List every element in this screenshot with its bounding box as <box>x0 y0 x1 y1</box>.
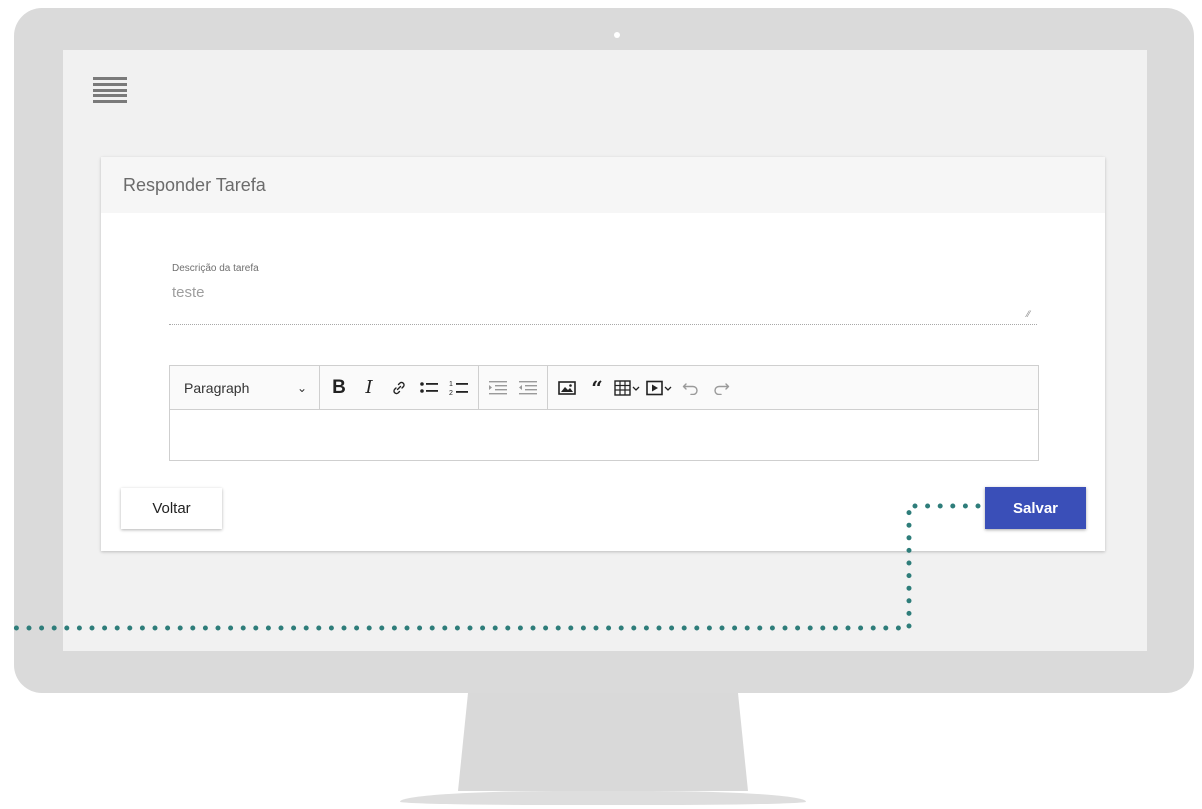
description-field[interactable] <box>172 284 1032 301</box>
undo-icon[interactable] <box>676 373 706 403</box>
bulleted-list-icon[interactable] <box>414 373 444 403</box>
bold-icon[interactable]: B <box>324 373 354 403</box>
camera-dot <box>614 32 620 38</box>
monitor-stand <box>458 693 748 791</box>
description-label: Descrição da tarefa <box>172 263 259 274</box>
media-icon[interactable] <box>644 373 676 403</box>
blockquote-icon[interactable]: “ <box>582 373 612 403</box>
chevron-down-icon: ⌄ <box>296 380 307 395</box>
indent-icon[interactable] <box>483 373 513 403</box>
image-icon[interactable] <box>552 373 582 403</box>
format-group: B I 12 <box>320 366 479 409</box>
link-icon[interactable] <box>384 373 414 403</box>
svg-text:2: 2 <box>449 390 453 397</box>
indent-group <box>479 366 548 409</box>
stage: Responder Tarefa Descrição da tarefa ⁄⁄ … <box>0 0 1202 809</box>
menu-icon[interactable] <box>93 77 127 103</box>
numbered-list-icon[interactable]: 12 <box>444 373 474 403</box>
svg-text:1: 1 <box>449 381 453 388</box>
rich-text-editor: Paragraph ⌄ B I 12 “ <box>169 365 1039 461</box>
heading-select[interactable]: Paragraph ⌄ <box>170 366 320 409</box>
editor-content-area[interactable] <box>170 410 1038 460</box>
save-button[interactable]: Salvar <box>985 487 1086 529</box>
back-button[interactable]: Voltar <box>121 488 222 529</box>
heading-select-value: Paragraph <box>184 379 250 396</box>
editor-toolbar: Paragraph ⌄ B I 12 “ <box>170 366 1038 410</box>
insert-group: “ <box>548 366 740 409</box>
description-underline <box>169 324 1037 325</box>
table-icon[interactable] <box>612 373 644 403</box>
resize-handle-icon[interactable]: ⁄⁄ <box>1027 310 1035 319</box>
card-title: Responder Tarefa <box>123 174 266 195</box>
redo-icon[interactable] <box>706 373 736 403</box>
monitor-base <box>400 791 806 805</box>
italic-icon[interactable]: I <box>354 373 384 403</box>
card-header: Responder Tarefa <box>101 157 1105 213</box>
outdent-icon[interactable] <box>513 373 543 403</box>
task-response-card: Responder Tarefa Descrição da tarefa ⁄⁄ … <box>101 157 1105 551</box>
